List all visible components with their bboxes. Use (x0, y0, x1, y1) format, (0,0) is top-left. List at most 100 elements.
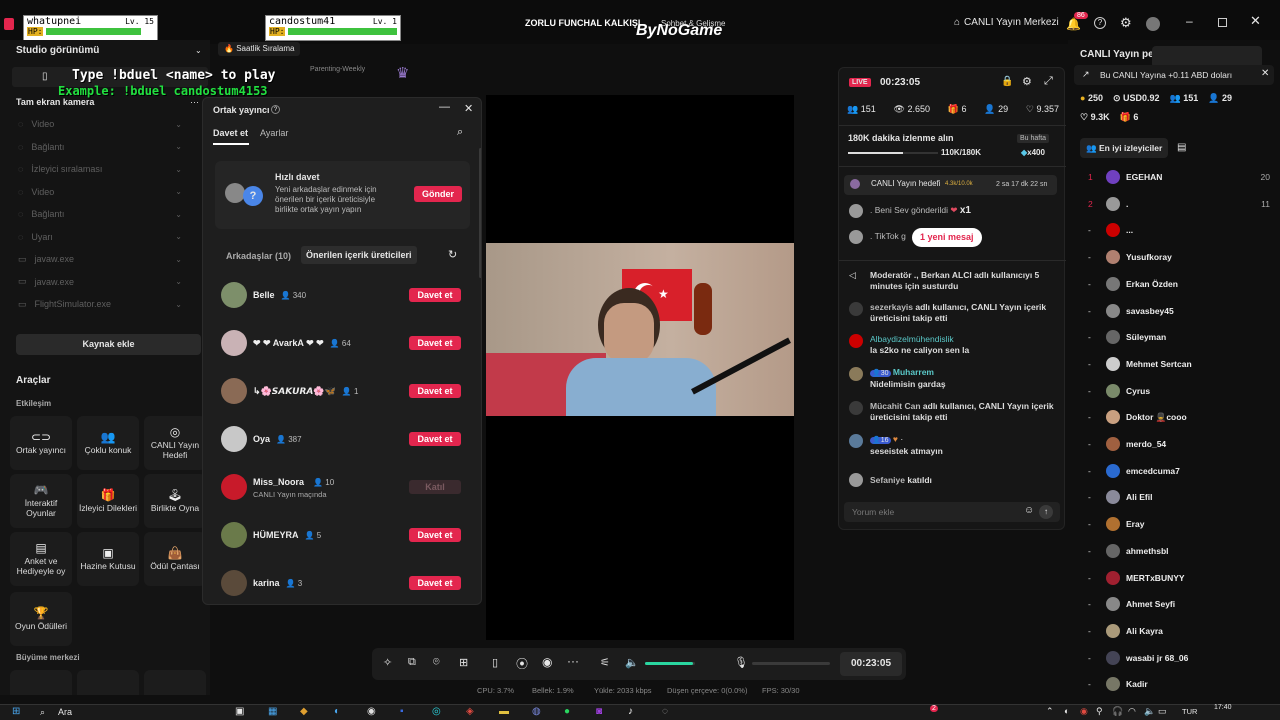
tool-partial[interactable] (144, 670, 206, 695)
phone-icon[interactable]: ▯ (492, 656, 498, 669)
minimize-icon[interactable]: — (439, 101, 450, 113)
invite-button[interactable]: Davet et (409, 336, 461, 350)
info-icon[interactable]: ? (271, 105, 280, 114)
new-message-pill[interactable]: 1 yeni mesaj (912, 228, 982, 247)
list-item[interactable]: - wasabi jr 68_06 (1088, 645, 1278, 671)
app-icon[interactable]: ◉ (367, 706, 376, 717)
discord-icon[interactable]: ◍ (532, 706, 541, 717)
tiktok-icon[interactable]: ♪ (628, 706, 633, 717)
invite-button[interactable]: Davet et (409, 288, 461, 302)
taskbar-search[interactable]: Ara (58, 707, 72, 717)
scrollbar[interactable] (479, 148, 481, 278)
windows-icon[interactable]: ⊞ (12, 706, 20, 717)
expand-icon[interactable]: ⤢ (1044, 75, 1053, 88)
send-button[interactable]: Gönder (414, 186, 462, 202)
app-icon[interactable]: ◈ (466, 706, 474, 717)
emoji-icon[interactable]: ☺ (1024, 505, 1034, 516)
minimize-icon[interactable]: – (1186, 14, 1193, 28)
source-item[interactable]: ▭ FlightSimulator.exe ⌄ (0, 293, 210, 316)
app-icon[interactable]: ▪ (400, 706, 404, 717)
tool-cohost[interactable]: ⊂⊃ Ortak yayıncı (10, 416, 72, 470)
search-icon[interactable]: ⌕ (40, 707, 45, 718)
tray-icon[interactable]: ◉ (1080, 706, 1088, 717)
invite-button[interactable]: Davet et (409, 528, 461, 542)
camera-icon[interactable]: ⌾ (433, 656, 440, 669)
add-media-icon[interactable]: ⊞ (459, 656, 468, 669)
app-icon[interactable]: ◌ (662, 706, 668, 717)
tool-multi-guest[interactable]: 👥 Çoklu konuk (77, 416, 139, 470)
app-icon[interactable]: ◐ (334, 706, 340, 717)
source-item[interactable]: ◌ İzleyici sıralaması ⌄ (0, 158, 210, 181)
source-item[interactable]: ◌ Bağlantı ⌄ (0, 203, 210, 226)
list-item[interactable]: - Ali Kayra (1088, 618, 1278, 644)
source-item[interactable]: ◌ Video ⌄ (0, 113, 210, 136)
invite-button[interactable]: Davet et (409, 384, 461, 398)
edge-icon[interactable]: ◎ (432, 706, 441, 717)
list-item[interactable]: - Süleyman (1088, 324, 1278, 350)
list-item[interactable]: - Mehmet Sertcan (1088, 351, 1278, 377)
source-item[interactable]: ◌ Uyarı ⌄ (0, 226, 210, 249)
help-icon[interactable]: ? (1094, 17, 1106, 29)
task-view-icon[interactable]: ▣ (235, 706, 244, 717)
list-item[interactable]: 2. 11 (1088, 191, 1278, 217)
gear-icon[interactable]: ⚙ (1120, 15, 1132, 31)
close-icon[interactable]: ✕ (1250, 13, 1261, 29)
bell-icon[interactable]: 🔔 (1066, 17, 1081, 31)
list-item[interactable]: - MERTxBUNYY (1088, 565, 1278, 591)
list-item[interactable]: - Doktor 💂cooo (1088, 404, 1278, 430)
tool-game-rewards[interactable]: 🏆 Oyun Ödülleri (10, 592, 72, 646)
chevron-down-icon[interactable]: ⌄ (195, 46, 202, 55)
app-icon[interactable]: ◙ (596, 706, 602, 717)
source-item[interactable]: ◌ Bağlantı ⌄ (0, 136, 210, 159)
list-item[interactable]: - Cyrus (1088, 378, 1278, 404)
tool-play-together[interactable]: 🕹 Birlikte Oyna (144, 474, 206, 528)
list-item[interactable]: - Ahmet Seyfi (1088, 591, 1278, 617)
record-icon[interactable]: ⦿ (516, 655, 528, 672)
tool-partial[interactable] (10, 670, 72, 695)
layers-icon[interactable]: ⧉ (408, 656, 416, 669)
speaker-icon[interactable]: 🔈 (1144, 706, 1155, 717)
list-item[interactable]: -... (1088, 217, 1278, 243)
tab-friends[interactable]: Arkadaşlar (10) (226, 251, 291, 261)
list-item[interactable]: - Eray (1088, 511, 1278, 537)
clock-time[interactable]: 17:40 (1214, 704, 1232, 711)
list-item[interactable]: - Yusufkoray (1088, 244, 1278, 270)
tool-live-goal[interactable]: ◎ CANLI Yayın Hedefi (144, 416, 206, 470)
folder-icon[interactable]: ▬ (499, 706, 509, 717)
tool-viewer-wishes[interactable]: 🎁 İzleyici Dilekleri (77, 474, 139, 528)
source-item[interactable]: ▭ javaw.exe ⌄ (0, 271, 210, 294)
list-item[interactable]: - savasbey45 (1088, 298, 1278, 324)
spotify-icon[interactable]: ● (564, 706, 570, 717)
list-item[interactable]: - Ali Efil (1088, 484, 1278, 510)
hourly-ranking[interactable]: 🔥 Saatlik Sıralama (218, 42, 301, 56)
settings-sliders-icon[interactable]: ⚟ (600, 656, 610, 669)
tool-interactive-games[interactable]: 🎮 İnteraktif Oyunlar (10, 474, 72, 528)
language-indicator[interactable]: TUR (1182, 707, 1197, 716)
mic-icon[interactable]: 🎙 (734, 656, 748, 669)
source-item[interactable]: ▭ javaw.exe ⌄ (0, 248, 210, 271)
gear-icon[interactable]: ⚙ (1022, 75, 1032, 88)
chevron-up-icon[interactable]: ⌃ (1046, 706, 1054, 717)
list-item[interactable]: - Erkan Özden (1088, 271, 1278, 297)
source-item[interactable]: ◌ Video ⌄ (0, 181, 210, 204)
close-icon[interactable]: ✕ (1261, 68, 1269, 79)
list-icon[interactable]: ▤ (1177, 142, 1186, 153)
tab-top-viewers[interactable]: 👥 En iyi izleyiciler (1080, 138, 1169, 158)
add-source-button[interactable]: Kaynak ekle (16, 334, 201, 355)
invite-button[interactable]: Davet et (409, 576, 461, 590)
list-item[interactable]: - Kadir (1088, 671, 1278, 697)
lock-icon[interactable]: 🔒 (1001, 76, 1013, 87)
send-icon[interactable]: ↑ (1039, 505, 1053, 519)
tool-reward-bag[interactable]: 👜 Ödül Çantası (144, 532, 206, 586)
headset-icon[interactable]: 🎧 (1112, 706, 1123, 717)
more-icon[interactable]: ··· (567, 654, 579, 668)
invite-button[interactable]: Davet et (409, 432, 461, 446)
tool-treasure-box[interactable]: ▣ Hazine Kutusu (77, 532, 139, 586)
live-center-button[interactable]: ⌂ CANLI Yayın Merkezi (954, 17, 1059, 28)
wifi-icon[interactable]: ◠ (1128, 706, 1136, 717)
search-icon[interactable]: ⌕ (457, 126, 463, 139)
tool-partial[interactable] (77, 670, 139, 695)
mic-slider[interactable] (752, 662, 830, 665)
tab-suggested[interactable]: Önerilen içerik üreticileri (301, 246, 417, 264)
list-item[interactable]: - emcedcuma7 (1088, 458, 1278, 484)
